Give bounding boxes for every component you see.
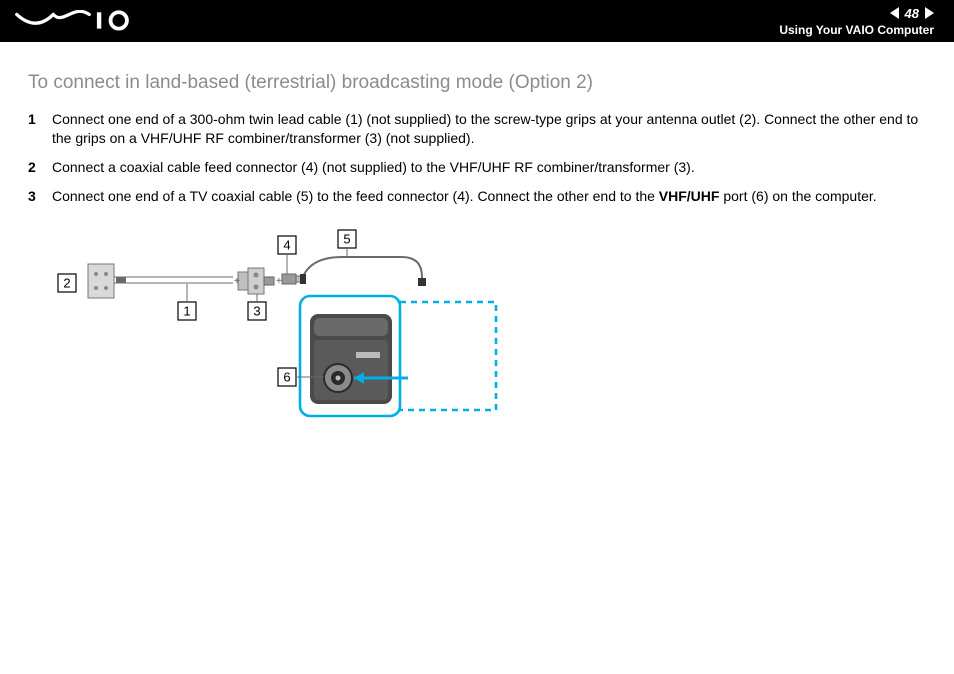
step-text-part: port (6) on the computer. bbox=[719, 188, 876, 204]
page-nav: 48 bbox=[890, 6, 934, 21]
step-item: 2 Connect a coaxial cable feed connector… bbox=[28, 158, 926, 177]
callout-2: 2 bbox=[63, 275, 70, 290]
page-title: To connect in land-based (terrestrial) b… bbox=[28, 72, 926, 94]
page-number: 48 bbox=[905, 6, 919, 21]
header-bar: 48 Using Your VAIO Computer bbox=[0, 0, 954, 42]
svg-text:+: + bbox=[234, 276, 240, 287]
step-text: Connect one end of a TV coaxial cable (5… bbox=[52, 187, 926, 206]
callout-1: 1 bbox=[183, 303, 190, 318]
callout-3: 3 bbox=[253, 303, 260, 318]
step-number: 2 bbox=[28, 158, 52, 177]
step-text-part: Connect one end of a TV coaxial cable (5… bbox=[52, 188, 659, 204]
callout-6: 6 bbox=[283, 369, 290, 384]
header-right: 48 Using Your VAIO Computer bbox=[779, 6, 934, 37]
step-text: Connect a coaxial cable feed connector (… bbox=[52, 158, 926, 177]
connection-diagram: .co-box { fill:#fff; stroke:#000; stroke… bbox=[38, 224, 926, 434]
page-content: To connect in land-based (terrestrial) b… bbox=[0, 42, 954, 434]
step-text-bold: VHF/UHF bbox=[659, 188, 720, 204]
step-item: 1 Connect one end of a 300-ohm twin lead… bbox=[28, 110, 926, 148]
step-number: 1 bbox=[28, 110, 52, 148]
step-text: Connect one end of a 300-ohm twin lead c… bbox=[52, 110, 926, 148]
steps-list: 1 Connect one end of a 300-ohm twin lead… bbox=[28, 110, 926, 206]
callout-4: 4 bbox=[283, 237, 290, 252]
step-number: 3 bbox=[28, 187, 52, 206]
vaio-logo bbox=[14, 10, 134, 32]
step-item: 3 Connect one end of a TV coaxial cable … bbox=[28, 187, 926, 206]
prev-page-icon[interactable] bbox=[890, 7, 899, 19]
callout-5: 5 bbox=[343, 231, 350, 246]
svg-text:+: + bbox=[276, 276, 282, 287]
section-title: Using Your VAIO Computer bbox=[779, 23, 934, 37]
next-page-icon[interactable] bbox=[925, 7, 934, 19]
